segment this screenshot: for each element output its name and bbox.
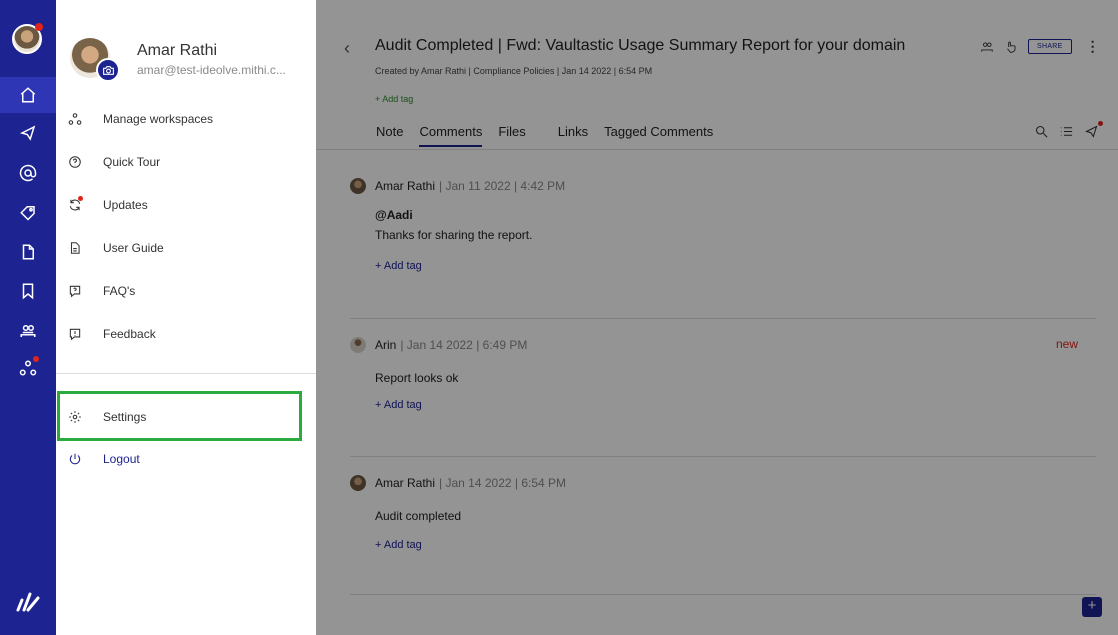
comment-timestamp: | Jan 14 2022 | 6:49 PM xyxy=(400,338,528,352)
menu-item-user-guide[interactable]: User Guide xyxy=(56,230,316,266)
comment-text: Thanks for sharing the report. xyxy=(375,228,533,242)
mentions-icon[interactable] xyxy=(0,155,56,191)
feedback-icon xyxy=(68,327,82,341)
comment-item: Amar Rathi | Jan 11 2022 | 4:42 PM @Aadi… xyxy=(350,178,1096,272)
workspaces-icon[interactable] xyxy=(0,350,56,386)
notification-dot xyxy=(78,196,83,201)
side-drawer: Amar Rathi amar@test-ideolve.mithi.c... … xyxy=(56,0,316,635)
menu-item-updates[interactable]: Updates xyxy=(56,187,316,223)
menu-item-faqs[interactable]: FAQ's xyxy=(56,273,316,309)
menu-divider xyxy=(56,373,316,374)
search-icon[interactable] xyxy=(1034,124,1049,139)
profile-name: Amar Rathi xyxy=(137,42,218,59)
add-tag-link[interactable]: + Add tag xyxy=(375,94,413,104)
profile-email: amar@test-ideolve.mithi.c... xyxy=(137,63,286,77)
comment-divider xyxy=(350,318,1096,319)
menu-item-feedback[interactable]: Feedback xyxy=(56,316,316,352)
comment-timestamp: | Jan 14 2022 | 6:54 PM xyxy=(439,476,567,490)
document-icon xyxy=(68,241,82,255)
menu-item-label: User Guide xyxy=(103,241,164,255)
comment-item: Amar Rathi | Jan 14 2022 | 6:54 PM Audit… xyxy=(350,475,1096,551)
help-circle-icon xyxy=(68,155,82,169)
menu-item-label: Updates xyxy=(103,198,148,212)
comment-text: Report looks ok xyxy=(375,371,459,385)
comment-author: Amar Rathi xyxy=(375,476,436,490)
comment-timestamp: | Jan 11 2022 | 4:42 PM xyxy=(439,179,566,193)
add-comment-button[interactable]: + xyxy=(1082,597,1102,617)
add-tag-link[interactable]: + Add tag xyxy=(375,539,1096,551)
avatar xyxy=(350,475,366,491)
notification-dot xyxy=(35,23,43,31)
notification-dot xyxy=(1098,121,1103,126)
add-tag-link[interactable]: + Add tag xyxy=(375,260,1096,272)
menu-item-manage-workspaces[interactable]: Manage workspaces xyxy=(56,101,316,137)
tabs-divider xyxy=(316,149,1118,150)
tab-files[interactable]: Files xyxy=(498,124,525,147)
members-icon[interactable] xyxy=(980,40,994,54)
logout-label: Logout xyxy=(103,452,140,466)
menu-item-label: Feedback xyxy=(103,327,156,341)
bookmark-icon[interactable] xyxy=(0,273,56,309)
power-icon xyxy=(68,452,82,466)
menu-item-label: FAQ's xyxy=(103,284,136,298)
doc-meta: Created by Amar Rathi | Compliance Polic… xyxy=(375,66,653,76)
faq-icon xyxy=(68,284,82,298)
settings-highlight-box xyxy=(57,391,302,441)
app-logo xyxy=(12,588,44,616)
share-button[interactable]: SHARE xyxy=(1028,39,1072,54)
notify-icon[interactable] xyxy=(1084,121,1103,139)
camera-icon[interactable] xyxy=(96,58,120,82)
comment-divider xyxy=(350,456,1096,457)
hand-icon[interactable] xyxy=(1004,40,1018,54)
tab-actions xyxy=(1034,121,1103,139)
home-icon[interactable] xyxy=(0,77,56,113)
comment-author: Arin xyxy=(375,338,397,352)
list-icon[interactable] xyxy=(1059,124,1074,139)
back-icon[interactable]: ‹ xyxy=(344,38,350,59)
more-options-icon[interactable]: ⋮ xyxy=(1086,38,1100,55)
workspaces-icon xyxy=(68,112,82,126)
menu-item-quick-tour[interactable]: Quick Tour xyxy=(56,144,316,180)
comment-item: Arin | Jan 14 2022 | 6:49 PM new Report … xyxy=(350,337,1096,411)
add-tag-link[interactable]: + Add tag xyxy=(375,399,1096,411)
comment-author: Amar Rathi xyxy=(375,179,436,193)
menu-item-label: Manage workspaces xyxy=(103,112,214,126)
tab-note[interactable]: Note xyxy=(376,124,403,147)
tab-tagged-comments[interactable]: Tagged Comments xyxy=(604,124,713,147)
comment-text: Audit completed xyxy=(375,509,462,523)
avatar xyxy=(350,337,366,353)
comment-divider xyxy=(350,594,1096,595)
page-title: Audit Completed | Fwd: Vaultastic Usage … xyxy=(375,37,906,54)
header-actions: SHARE ⋮ xyxy=(980,38,1100,55)
tab-links[interactable]: Links xyxy=(558,124,588,147)
tag-icon[interactable] xyxy=(0,194,56,230)
notifications-icon[interactable] xyxy=(0,115,56,151)
menu-item-label: Quick Tour xyxy=(103,155,161,169)
avatar xyxy=(350,178,366,194)
file-icon[interactable] xyxy=(0,234,56,270)
new-badge: new xyxy=(1055,337,1078,351)
tab-bar: Note Comments Files Links Tagged Comment… xyxy=(376,124,729,147)
main-content: ‹ Audit Completed | Fwd: Vaultastic Usag… xyxy=(316,0,1118,635)
rail-avatar[interactable] xyxy=(12,23,43,54)
comment-mention[interactable]: @Aadi xyxy=(375,208,1096,222)
notification-dot xyxy=(33,356,39,362)
menu-item-logout[interactable]: Logout xyxy=(56,441,316,477)
left-rail xyxy=(0,0,56,635)
groups-icon[interactable] xyxy=(0,313,56,349)
tab-comments[interactable]: Comments xyxy=(419,124,483,147)
